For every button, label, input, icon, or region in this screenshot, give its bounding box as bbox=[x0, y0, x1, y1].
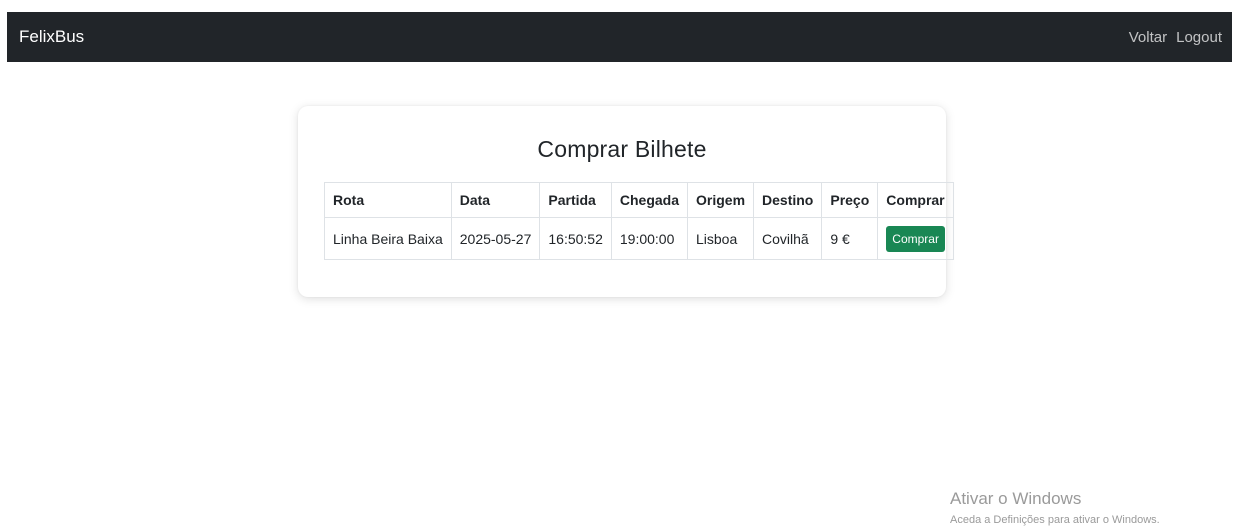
table-row: Linha Beira Baixa 2025-05-27 16:50:52 19… bbox=[324, 217, 954, 260]
ticket-table: Rota Data Partida Chegada Origem Destino… bbox=[324, 182, 954, 260]
logout-link[interactable]: Logout bbox=[1176, 29, 1222, 46]
column-header-preco: Preço bbox=[821, 182, 879, 218]
nav-links: Voltar Logout bbox=[1129, 29, 1222, 46]
origin-cell: Lisboa bbox=[686, 217, 755, 260]
arrival-time-cell: 19:00:00 bbox=[610, 217, 689, 260]
column-header-chegada: Chegada bbox=[610, 182, 689, 218]
column-header-comprar: Comprar bbox=[877, 182, 954, 218]
date-cell: 2025-05-27 bbox=[450, 217, 541, 260]
table-header-row: Rota Data Partida Chegada Origem Destino… bbox=[324, 182, 954, 218]
destination-cell: Covilhã bbox=[753, 217, 823, 260]
brand-link[interactable]: FelixBus bbox=[19, 27, 84, 47]
departure-time-cell: 16:50:52 bbox=[539, 217, 612, 260]
page-top-strip bbox=[0, 0, 1239, 12]
buy-ticket-button[interactable]: Comprar bbox=[886, 225, 945, 252]
windows-activation-watermark: Ativar o Windows Aceda a Definições para… bbox=[950, 489, 1160, 528]
windows-activation-subtitle: Aceda a Definições para ativar o Windows… bbox=[950, 514, 1160, 526]
column-header-rota: Rota bbox=[324, 182, 452, 218]
column-header-partida: Partida bbox=[539, 182, 612, 218]
route-cell: Linha Beira Baixa bbox=[324, 217, 452, 260]
page-title: Comprar Bilhete bbox=[537, 136, 707, 162]
windows-activation-title: Ativar o Windows bbox=[950, 489, 1082, 508]
column-header-destino: Destino bbox=[753, 182, 823, 218]
buy-cell: Comprar bbox=[877, 217, 954, 260]
column-header-data: Data bbox=[450, 182, 541, 218]
top-navbar: FelixBus Voltar Logout bbox=[7, 12, 1232, 62]
back-link[interactable]: Voltar bbox=[1129, 29, 1167, 46]
column-header-origem: Origem bbox=[686, 182, 755, 218]
ticket-card: Comprar Bilhete Rota Data Partida Chegad… bbox=[298, 106, 954, 297]
price-cell: 9 € bbox=[821, 217, 879, 260]
